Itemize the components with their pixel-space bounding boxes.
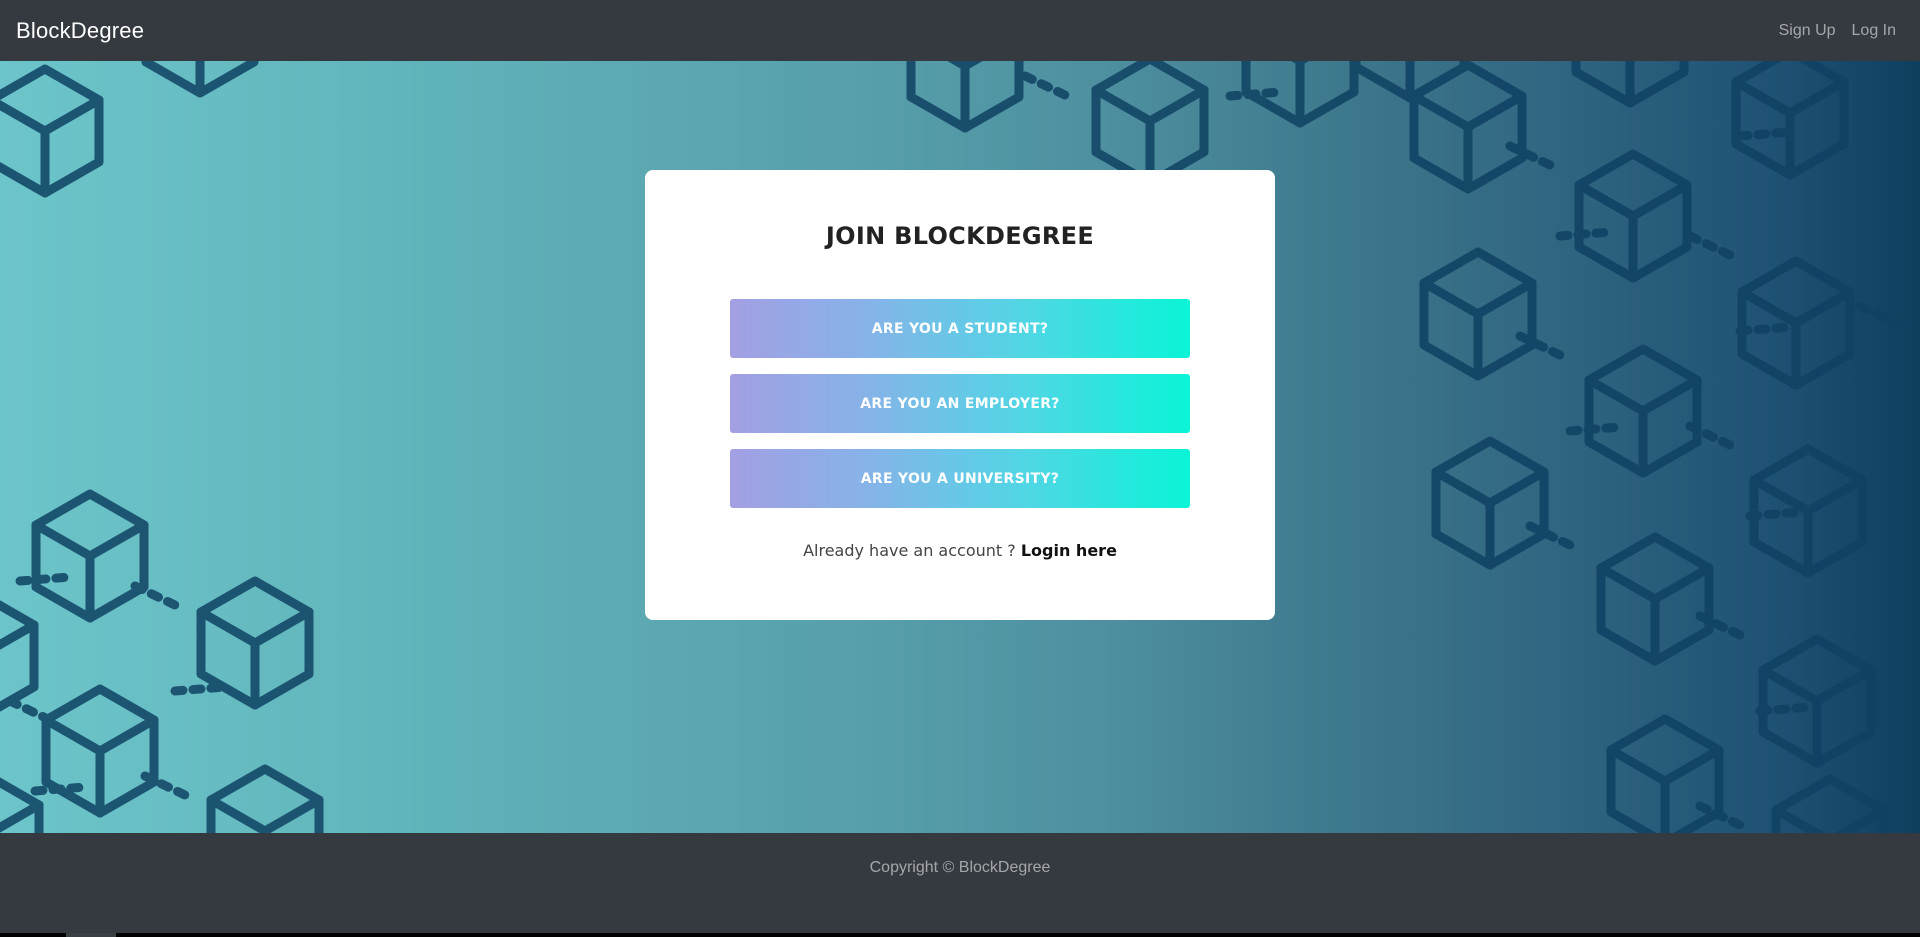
cube-icon [1589, 349, 1697, 473]
cube-icon [911, 61, 1019, 128]
bottom-strip [0, 933, 1920, 937]
copyright-text: Copyright © BlockDegree [869, 859, 1051, 876]
login-prompt-text: Already have an account ? [803, 541, 1021, 560]
brand-logo-link[interactable]: BlockDegree [16, 18, 144, 44]
hero-section: JOIN BLOCKDEGREE ARE YOU A STUDENT? ARE … [0, 61, 1920, 833]
link-dash-icon [1690, 236, 1732, 256]
cube-icon [1356, 61, 1464, 98]
cube-icon [36, 494, 144, 618]
cube-icon [1763, 639, 1871, 763]
cube-icon [146, 61, 254, 93]
join-card: JOIN BLOCKDEGREE ARE YOU A STUDENT? ARE … [645, 170, 1275, 620]
sign-up-link[interactable]: Sign Up [1779, 22, 1836, 40]
log-in-link[interactable]: Log In [1852, 22, 1896, 40]
cube-icon [1096, 61, 1204, 183]
link-dash-icon [10, 701, 52, 721]
link-dash-icon [1025, 76, 1067, 96]
cube-icon [0, 69, 99, 193]
cube-icon [1576, 61, 1684, 103]
cube-icon [46, 689, 154, 813]
employer-signup-button[interactable]: ARE YOU AN EMPLOYER? [730, 374, 1190, 433]
cube-icon [0, 774, 39, 833]
cube-icon [1611, 719, 1719, 833]
cube-icon [1736, 61, 1844, 175]
cube-icon [1436, 441, 1544, 565]
bottom-strip-tab [66, 933, 116, 937]
card-title: JOIN BLOCKDEGREE [825, 222, 1095, 250]
cube-icon [211, 769, 319, 833]
top-navbar: BlockDegree Sign Up Log In [0, 0, 1920, 61]
login-prompt: Already have an account ? Login here [645, 541, 1275, 560]
cube-icon [1776, 779, 1884, 833]
cube-icon [1742, 261, 1850, 385]
nav-links: Sign Up Log In [1779, 22, 1896, 40]
student-signup-button[interactable]: ARE YOU A STUDENT? [730, 299, 1190, 358]
cube-icon [1579, 154, 1687, 278]
login-here-link[interactable]: Login here [1021, 541, 1117, 560]
link-dash-icon [135, 586, 177, 606]
university-signup-button[interactable]: ARE YOU A UNIVERSITY? [730, 449, 1190, 508]
link-dash-icon [1860, 306, 1902, 326]
cube-icon [1601, 537, 1709, 661]
page-footer: Copyright © BlockDegree [0, 833, 1920, 933]
cube-icon [1424, 252, 1532, 376]
